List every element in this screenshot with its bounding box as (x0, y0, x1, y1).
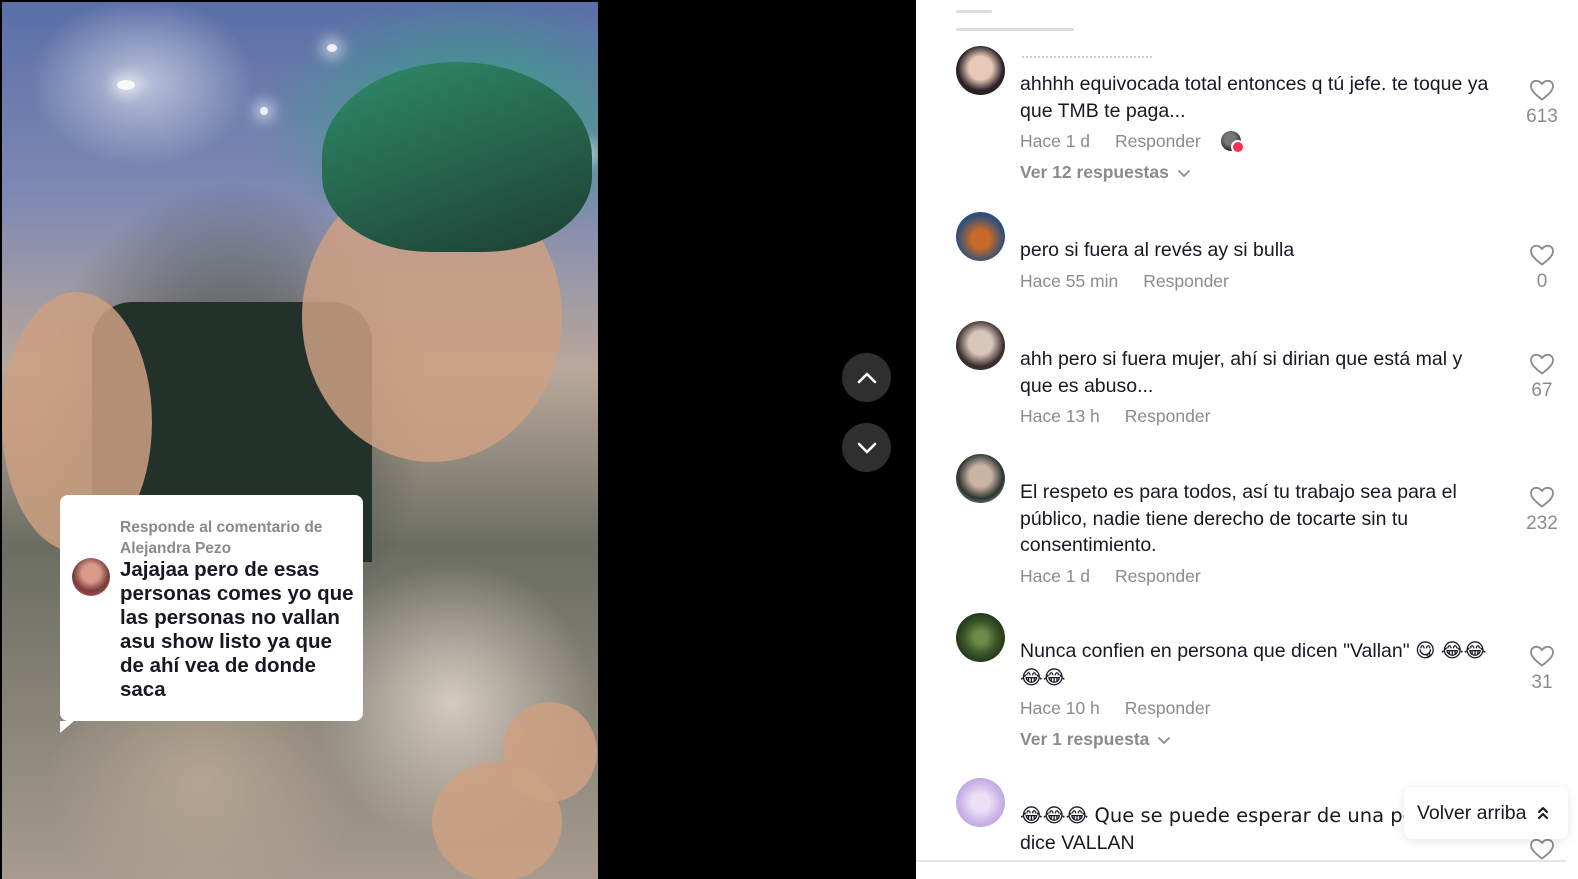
ceiling-light (327, 44, 337, 52)
reply-button[interactable]: Responder (1125, 405, 1211, 427)
heart-icon[interactable] (1529, 837, 1555, 861)
comment-text: Nunca confien en persona que dicen "Vall… (1020, 640, 1487, 689)
comment-meta: Hace 13 h Responder (1020, 405, 1490, 427)
like-count: 31 (1531, 672, 1553, 693)
chevron-down-icon (857, 442, 876, 453)
view-replies-button[interactable]: Ver 1 respuesta (1020, 729, 1490, 750)
comment-text: ahhhh equivocada total entonces q tú jef… (1020, 73, 1489, 122)
reply-button[interactable]: Responder (1115, 130, 1201, 152)
reply-button[interactable]: Responder (1125, 697, 1211, 719)
like-count: 613 (1526, 106, 1558, 127)
commenter-avatar[interactable] (956, 321, 1005, 370)
heart-icon[interactable] (1529, 644, 1555, 668)
creator-liked-avatar-icon (1220, 131, 1245, 154)
comment-body: El respeto es para todos, así tu trabajo… (1020, 454, 1490, 587)
commenter-name[interactable] (1022, 56, 1152, 59)
comment-time: Hace 1 d (1020, 131, 1091, 151)
commenter-avatar[interactable] (956, 613, 1005, 662)
comment-text: El respeto es para todos, así tu trabajo… (1020, 481, 1457, 556)
comment-text: ahh pero si fuera mujer, ahí si dirian q… (1020, 348, 1463, 397)
horizontal-scrollbar[interactable] (916, 860, 1566, 862)
comment-meta: Hace 10 h Responder (1020, 697, 1490, 719)
comment-time: Hace 10 h (1020, 698, 1100, 718)
video-frame[interactable] (2, 2, 598, 879)
like-control: 31 (1521, 644, 1563, 694)
heart-icon[interactable] (1529, 352, 1555, 376)
ceiling-light (117, 80, 135, 90)
comment-body: ahh pero si fuera mujer, ahí si dirian q… (1020, 321, 1490, 427)
comment-meta: Hace 55 min Responder (1020, 270, 1490, 292)
cut-off-header (956, 0, 1176, 31)
reply-button[interactable]: Responder (1143, 270, 1229, 292)
like-control: 0 (1521, 243, 1563, 293)
like-control: 613 (1521, 78, 1563, 128)
reply-card-header: Responde al comentario de Alejandra Pezo (120, 519, 323, 557)
double-chevron-up-icon (1538, 807, 1549, 819)
audience-face (502, 702, 597, 802)
person-hair (322, 62, 592, 252)
like-count: 0 (1536, 271, 1548, 292)
comment-time: Hace 55 min (1020, 270, 1119, 291)
like-control: 232 (1521, 485, 1563, 535)
comment-time: Hace 1 d (1020, 565, 1091, 586)
like-control (1521, 837, 1563, 861)
view-replies-label: Ver 1 respuesta (1020, 729, 1150, 749)
heart-icon[interactable] (1529, 485, 1555, 509)
comment-body: pero si fuera al revés ay si bulla Hace … (1020, 212, 1490, 292)
heart-icon[interactable] (1529, 78, 1555, 102)
comment-body: Nunca confien en persona que dicen "Vall… (1020, 613, 1490, 750)
commenter-avatar[interactable] (956, 46, 1005, 95)
back-to-top-label: Volver arriba (1417, 801, 1527, 824)
commenter-avatar[interactable] (956, 454, 1005, 503)
like-control: 67 (1521, 352, 1563, 402)
next-video-button[interactable] (842, 423, 891, 472)
view-replies-button[interactable]: Ver 12 respuestas (1020, 162, 1490, 183)
commenter-avatar[interactable] (956, 778, 1005, 827)
commenter-avatar[interactable] (956, 212, 1005, 261)
ceiling-light (260, 107, 268, 115)
comment-body: ahhhh equivocada total entonces q tú jef… (1020, 46, 1490, 183)
chevron-up-icon (857, 372, 876, 383)
previous-video-button[interactable] (842, 353, 891, 402)
heart-icon[interactable] (1529, 243, 1555, 267)
video-player[interactable]: Responde al comentario de Alejandra Pezo… (0, 0, 916, 879)
comments-panel[interactable]: ahhhh equivocada total entonces q tú jef… (916, 0, 1578, 879)
comment-meta: Hace 1 d Responder (1020, 565, 1490, 587)
comment-meta: Hace 1 d Responder (1020, 130, 1490, 154)
comment-text: pero si fuera al revés ay si bulla (1020, 239, 1295, 261)
reply-card-text: Jajajaa pero de esas personas comes yo q… (120, 558, 354, 701)
chevron-down-icon (1158, 736, 1171, 744)
reply-to-comment-card: Responde al comentario de Alejandra Pezo… (60, 495, 363, 733)
reply-button[interactable]: Responder (1115, 565, 1201, 587)
like-count: 67 (1531, 380, 1553, 401)
like-count: 232 (1526, 513, 1558, 534)
chevron-down-icon (1177, 169, 1190, 177)
reply-card-avatar (72, 558, 110, 596)
view-replies-label: Ver 12 respuestas (1020, 162, 1169, 182)
comment-time: Hace 13 h (1020, 406, 1100, 426)
back-to-top-button[interactable]: Volver arriba (1404, 787, 1568, 839)
